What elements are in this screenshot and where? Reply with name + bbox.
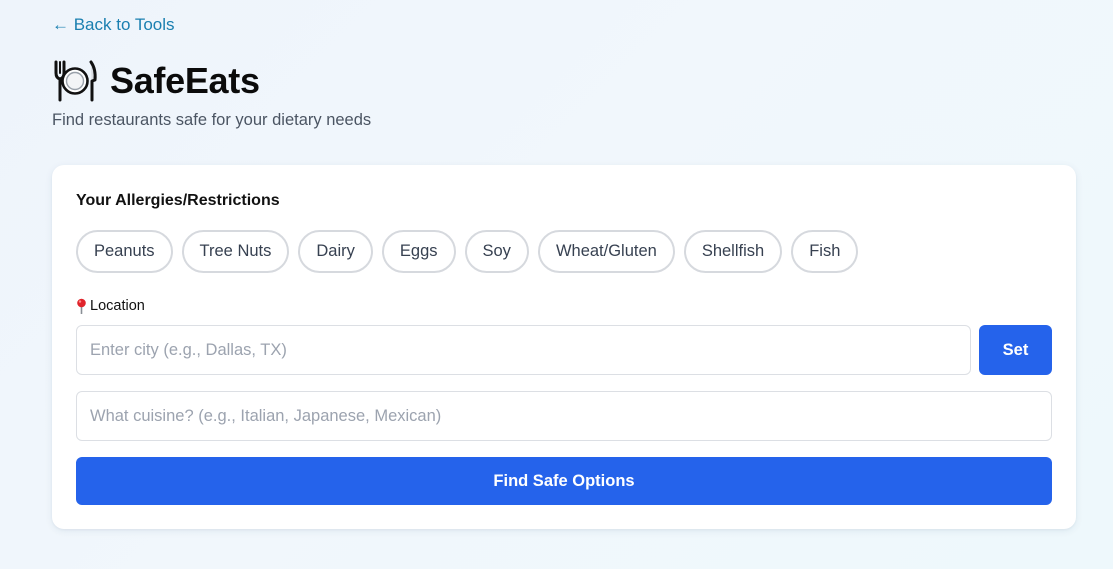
chip-tree-nuts[interactable]: Tree Nuts	[181, 230, 290, 273]
chip-shellfish[interactable]: Shellfish	[683, 230, 783, 273]
chip-wheat-gluten[interactable]: Wheat/Gluten	[537, 230, 675, 273]
fork-knife-plate-icon	[52, 59, 98, 103]
chip-dairy[interactable]: Dairy	[298, 230, 373, 273]
set-location-button[interactable]: Set	[979, 325, 1052, 375]
cuisine-input[interactable]	[76, 391, 1052, 441]
app-header: SafeEats	[52, 59, 260, 103]
back-to-tools-link[interactable]: ← Back to Tools	[52, 15, 175, 35]
pin-icon	[76, 298, 87, 315]
chip-soy[interactable]: Soy	[464, 230, 529, 273]
chip-peanuts[interactable]: Peanuts	[76, 230, 173, 273]
app-subtitle: Find restaurants safe for your dietary n…	[52, 111, 372, 129]
chip-eggs[interactable]: Eggs	[381, 230, 456, 273]
location-label: Location	[76, 298, 145, 315]
app-title: SafeEats	[110, 60, 260, 101]
chip-fish[interactable]: Fish	[791, 230, 859, 273]
restriction-chips: Peanuts Tree Nuts Dairy Eggs Soy Wheat/G…	[76, 230, 859, 273]
find-safe-options-button[interactable]: Find Safe Options	[76, 457, 1052, 505]
search-card: Your Allergies/Restrictions Peanuts Tree…	[52, 165, 1076, 529]
city-input[interactable]	[76, 325, 971, 375]
location-label-text: Location	[90, 298, 145, 314]
restrictions-label: Your Allergies/Restrictions	[76, 192, 280, 209]
